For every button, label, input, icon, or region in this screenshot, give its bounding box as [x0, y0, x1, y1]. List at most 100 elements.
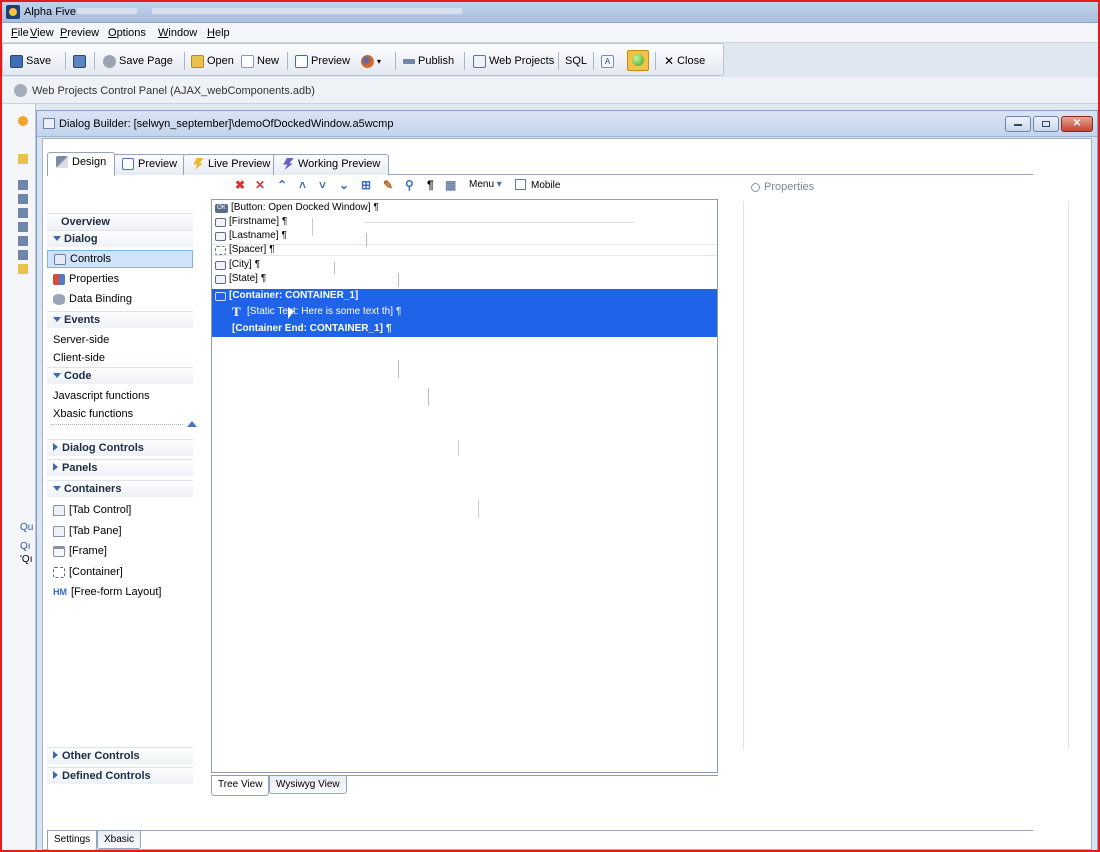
dialog-title: Dialog Builder: [selwyn_september]\demoO… [59, 118, 394, 130]
tab-settings[interactable]: Settings [47, 831, 98, 850]
left-navigation: Overview Dialog Controls Properties Data… [47, 199, 197, 849]
nav-dialog[interactable]: Dialog [47, 230, 193, 247]
dialog-title-bar: Dialog Builder: [selwyn_september]\demoO… [37, 111, 1097, 137]
move-top-icon[interactable]: ⌃ [277, 179, 287, 191]
folder-open-icon [191, 54, 204, 68]
tab-wysiwyg-view[interactable]: Wysiwyg View [269, 776, 347, 794]
dropdown-arrow-icon[interactable]: ▾ [377, 57, 381, 66]
restore-button[interactable] [1033, 116, 1059, 132]
tool-icon [18, 236, 28, 246]
properties-search[interactable]: Properties [751, 181, 814, 193]
collapse-up-icon[interactable] [187, 421, 197, 427]
publish-button[interactable]: Publish [403, 53, 454, 69]
underlying-text: Qı [20, 541, 31, 552]
tab-preview[interactable]: Preview [113, 154, 187, 175]
menu-view[interactable]: View [30, 27, 54, 39]
nav-events[interactable]: Events [47, 311, 193, 328]
textbox-icon [215, 274, 226, 284]
freeform-layout-icon: HM [53, 587, 67, 597]
menu-options[interactable]: Options [108, 27, 146, 39]
menu-window[interactable]: Window [158, 27, 197, 39]
save-page-button[interactable]: Save Page [103, 53, 173, 69]
nav-item-container[interactable]: [Container] [47, 563, 193, 581]
tree-row[interactable]: [State] ¶ [212, 273, 717, 285]
chevron-down-icon [53, 317, 61, 322]
nav-item-tab-control[interactable]: [Tab Control] [47, 501, 193, 519]
save-all-button[interactable] [73, 53, 86, 69]
tab-design[interactable]: Design [47, 152, 116, 176]
nav-code[interactable]: Code [47, 367, 193, 384]
nav-item-freeform-layout[interactable]: HM [Free-form Layout] [47, 583, 193, 601]
nav-item-frame[interactable]: [Frame] [47, 542, 193, 560]
move-up-icon[interactable]: ˄ [299, 179, 306, 191]
publish-icon [403, 58, 415, 64]
tab-live-preview[interactable]: Live Preview [183, 154, 280, 175]
menu-dropdown[interactable]: Menu ▾ [469, 179, 502, 190]
delete-icon[interactable]: ✕ [255, 179, 265, 191]
nav-item-controls[interactable]: Controls [47, 250, 193, 268]
nav-dialog-controls[interactable]: Dialog Controls [47, 439, 193, 456]
tab-tree-view[interactable]: Tree View [211, 776, 270, 796]
tool-icon [18, 180, 28, 190]
menu-bar: File View Preview Options Window Help [2, 23, 1098, 43]
nav-item-xbasic-functions[interactable]: Xbasic functions [47, 405, 193, 423]
move-down-icon[interactable]: ˅ [319, 179, 326, 191]
open-button[interactable]: Open [191, 53, 234, 69]
chevron-right-icon [53, 463, 58, 471]
nav-item-javascript-functions[interactable]: Javascript functions [47, 387, 193, 405]
nav-overview[interactable]: Overview [47, 213, 193, 230]
nav-item-tab-pane[interactable]: [Tab Pane] [47, 522, 193, 540]
app-title: Alpha Five [24, 6, 76, 18]
save-button[interactable]: Save [10, 53, 51, 69]
close-button[interactable]: ✕ Close [664, 53, 705, 69]
status-toggle-button[interactable] [627, 50, 649, 71]
delete-all-icon[interactable]: ✖ [235, 179, 245, 191]
tab-xbasic[interactable]: Xbasic [97, 831, 142, 849]
new-button[interactable]: New [241, 53, 279, 69]
tree-row-selected[interactable]: [Container End: CONTAINER_1] ¶ [212, 321, 717, 337]
tree-row-selected[interactable]: [Container: CONTAINER_1] [212, 289, 717, 303]
nav-item-client-side[interactable]: Client-side [47, 349, 193, 367]
grid-icon[interactable]: ▦ [445, 179, 456, 191]
textbox-icon [215, 217, 226, 227]
sql-button[interactable]: SQL [565, 53, 587, 69]
underlying-window-strip: Qu Qı 'Qı [2, 104, 36, 850]
nav-defined-controls[interactable]: Defined Controls [47, 767, 193, 784]
browser-button[interactable]: ▾ [361, 53, 381, 69]
tree-toolbar: ✖ ✕ ⌃ ˄ ˅ ⌄ ⊞ ✎ ⚲ ¶ ▦ Menu ▾ Mobile [223, 175, 643, 195]
nav-other-controls[interactable]: Other Controls [47, 747, 193, 764]
mobile-checkbox[interactable] [515, 179, 526, 190]
pilcrow-icon[interactable]: ¶ [427, 179, 434, 191]
nav-item-server-side[interactable]: Server-side [47, 331, 193, 349]
main-toolbar: Save Save Page Open New Preview ▾ Publis… [2, 43, 724, 76]
menu-file[interactable]: File [11, 27, 29, 39]
web-projects-button[interactable]: Web Projects [473, 53, 554, 69]
design-tabs: Design Preview Live Preview Working Prev… [47, 149, 1033, 176]
minimize-button[interactable] [1005, 116, 1031, 132]
preview-button[interactable]: Preview [295, 53, 350, 69]
tree-row[interactable]: [City] ¶ [212, 259, 717, 271]
tree-row[interactable]: [Lastname] ¶ [212, 230, 717, 242]
tree-row[interactable]: [Spacer] ¶ [212, 244, 717, 256]
nav-containers[interactable]: Containers [47, 480, 193, 497]
tree-row[interactable]: OK [Button: Open Docked Window] ¶ [212, 202, 717, 214]
chevron-right-icon [53, 771, 58, 779]
window-close-button[interactable]: ✕ [1061, 116, 1093, 132]
nav-item-data-binding[interactable]: Data Binding [47, 290, 193, 308]
dialog-builder-window: Dialog Builder: [selwyn_september]\demoO… [36, 110, 1098, 850]
menu-help[interactable]: Help [207, 27, 230, 39]
textbox-icon [215, 231, 226, 241]
chevron-right-icon [53, 443, 58, 451]
tools-icon[interactable]: ✎ [383, 179, 393, 191]
nav-item-properties[interactable]: Properties [47, 270, 193, 288]
frame-icon [53, 545, 65, 557]
view-tabs: Tree View Wysiwyg View [211, 775, 718, 797]
indent-icon[interactable]: ⊞ [361, 179, 371, 191]
move-bottom-icon[interactable]: ⌄ [339, 179, 349, 191]
menu-preview[interactable]: Preview [60, 27, 99, 39]
nav-panels[interactable]: Panels [47, 459, 193, 476]
application-window: Alpha Five File View Preview Options Win… [0, 0, 1100, 852]
text-format-button[interactable]: A [601, 53, 614, 69]
tab-working-preview[interactable]: Working Preview [273, 154, 390, 175]
search-icon[interactable]: ⚲ [405, 179, 414, 191]
